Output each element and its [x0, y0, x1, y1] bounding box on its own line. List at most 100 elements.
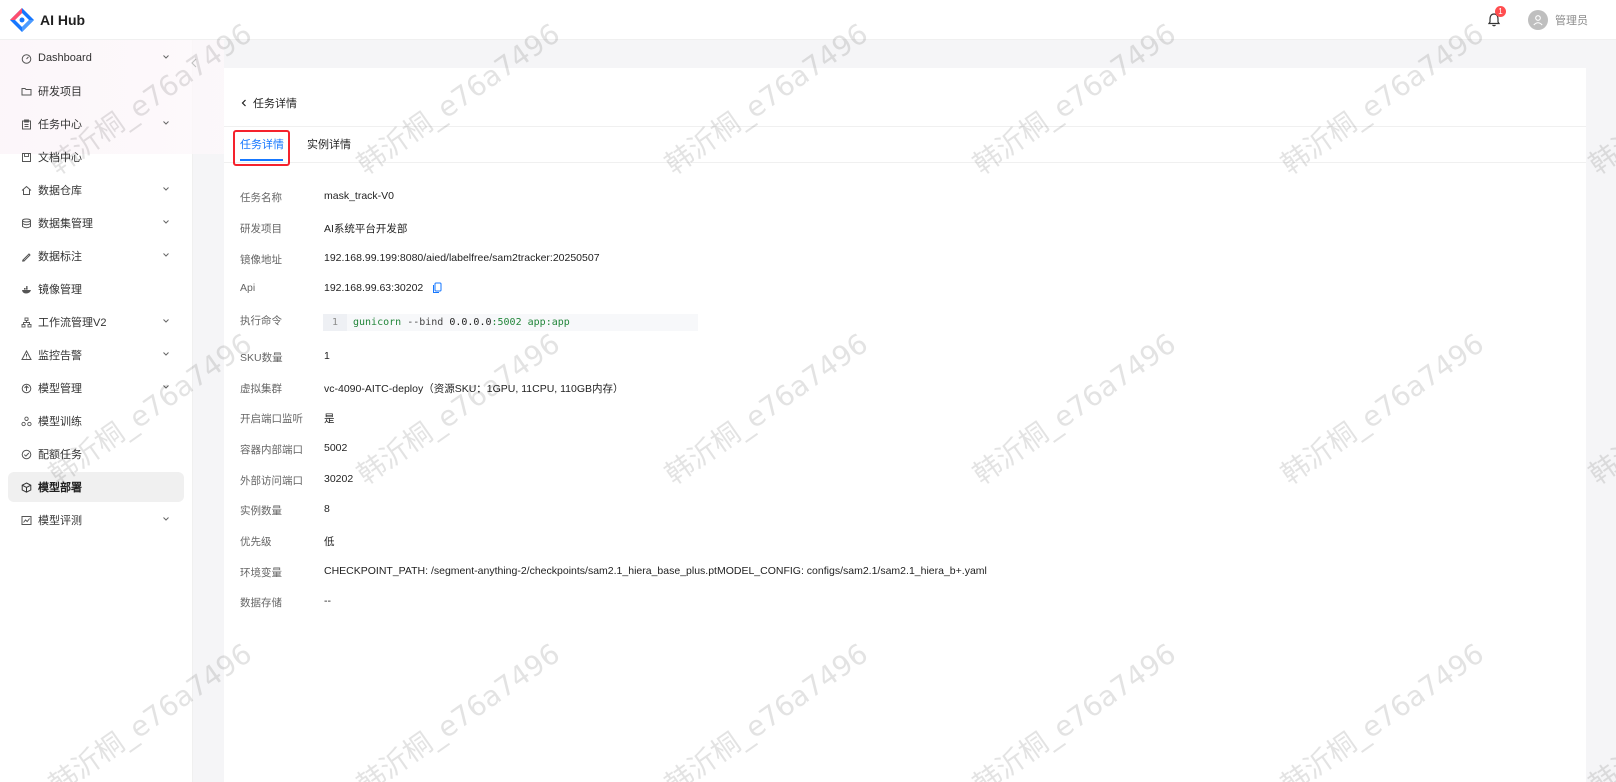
sidebar-item-3[interactable]: 任务中心: [8, 109, 184, 139]
detail-value: AI系统平台开发部: [324, 223, 408, 235]
detail-row: 外部访问端口 30202: [240, 473, 353, 488]
workflow-icon: [20, 316, 32, 328]
header-actions: 1 管理员: [1486, 0, 1588, 40]
sidebar-item-9[interactable]: 工作流管理V2: [8, 307, 184, 337]
sidebar-item-label: 监控告警: [38, 350, 82, 362]
collapse-sidebar-icon[interactable]: [190, 58, 198, 68]
detail-value: 192.168.99.63:30202: [324, 282, 424, 294]
detail-value: 30202: [324, 473, 354, 485]
detail-value: CHECKPOINT_PATH: /segment-anything-2/che…: [324, 565, 987, 577]
sidebar-item-4[interactable]: 文档中心: [8, 142, 184, 172]
sidebar-item-label: 镜像管理: [38, 284, 82, 296]
sidebar-item-14[interactable]: 模型部署: [8, 472, 184, 502]
app-logo[interactable]: AI Hub: [9, 7, 85, 33]
chevron-down-icon: [163, 253, 169, 257]
detail-row: SKU数量 1: [240, 350, 330, 365]
sidebar-item-11[interactable]: 模型管理: [8, 373, 184, 403]
dashboard-icon: [20, 52, 32, 64]
detail-row: 开启端口监听 是: [240, 411, 335, 426]
sidebar-item-label: 工作流管理V2: [38, 317, 107, 329]
chart-icon: [20, 514, 32, 526]
detail-row: 实例数量 8: [240, 503, 330, 518]
sidebar-item-label: Dashboard: [38, 52, 92, 64]
tab-instance-detail[interactable]: 实例详情: [307, 136, 351, 152]
command-code-block: 1 gunicorn --bind 0.0.0.0:5002 app:app: [323, 314, 698, 331]
tabs-bottom-divider: [224, 162, 1586, 163]
sidebar-item-label: 模型部署: [38, 482, 82, 494]
detail-row: 研发项目 AI系统平台开发部: [240, 221, 407, 236]
cube-icon: [20, 481, 32, 493]
annotation-highlight-box: [233, 130, 290, 166]
sidebar-item-7[interactable]: 数据标注: [8, 241, 184, 271]
detail-label: 镜像地址: [240, 254, 282, 266]
detail-label: 任务名称: [240, 192, 282, 204]
chevron-down-icon: [163, 220, 169, 224]
detail-label: 研发项目: [240, 223, 282, 235]
content-card: [224, 68, 1586, 782]
sidebar-item-label: 模型评测: [38, 515, 82, 527]
detail-row: Api 192.168.99.63:30202: [240, 282, 423, 294]
detail-row: 虚拟集群 vc-4090-AITC-deploy（资源SKU：1GPU, 11CP…: [240, 381, 624, 396]
sidebar-item-15[interactable]: 模型评测: [8, 505, 184, 535]
detail-row: 任务名称 mask_track-V0: [240, 190, 394, 205]
sidebar-item-label: 数据标注: [38, 251, 82, 263]
avatar[interactable]: [1528, 10, 1548, 30]
sidebar-item-label: 任务中心: [38, 119, 82, 131]
notification-button[interactable]: 1: [1486, 6, 1506, 30]
sidebar-item-5[interactable]: 数据仓库: [8, 175, 184, 205]
sidebar-item-2[interactable]: 研发项目: [8, 76, 184, 106]
warning-icon: [20, 349, 32, 361]
detail-value: mask_track-V0: [324, 190, 395, 202]
sidebar-item-label: 配额任务: [38, 449, 82, 461]
detail-value: 是: [324, 413, 335, 425]
detail-row: 镜像地址 192.168.99.199:8080/aied/labelfree/s…: [240, 252, 600, 267]
model-icon: [20, 382, 32, 394]
code-token-command: gunicorn: [353, 317, 402, 328]
detail-value: 8: [324, 503, 330, 515]
code-token-app: app:app: [521, 317, 570, 328]
docker-icon: [20, 283, 32, 295]
cluster-icon: [20, 415, 32, 427]
detail-value: 192.168.99.199:8080/aied/labelfree/sam2t…: [324, 252, 600, 264]
chevron-down-icon: [163, 385, 169, 389]
sidebar-item-label: 模型训练: [38, 416, 82, 428]
detail-label: 开启端口监听: [240, 413, 303, 425]
sidebar-item-13[interactable]: 配额任务: [8, 439, 184, 469]
sidebar-item-12[interactable]: 模型训练: [8, 406, 184, 436]
code-line-number: 1: [323, 314, 347, 331]
code-token-port: :5002: [491, 317, 522, 328]
code-line: gunicorn --bind 0.0.0.0:5002 app:app: [353, 317, 570, 328]
logo-icon: [10, 7, 34, 32]
sidebar-item-8[interactable]: 镜像管理: [8, 274, 184, 304]
chevron-left-icon: [241, 99, 246, 107]
highlight-icon: [20, 250, 32, 262]
sidebar-item-label: 文档中心: [38, 152, 82, 164]
sidebar-item-10[interactable]: 监控告警: [8, 340, 184, 370]
database-icon: [20, 217, 32, 229]
username[interactable]: 管理员: [1555, 12, 1588, 28]
detail-value: 1: [324, 350, 330, 362]
back-link[interactable]: 任务详情: [240, 95, 297, 111]
copy-icon[interactable]: [432, 282, 442, 294]
chevron-down-icon: [163, 352, 169, 356]
sidebar-item-6[interactable]: 数据集管理: [8, 208, 184, 238]
chevron-down-icon: [163, 517, 169, 521]
folder-icon: [20, 85, 32, 97]
detail-label: Api: [240, 282, 256, 294]
app-name: AI Hub: [40, 11, 86, 28]
user-icon: [1533, 15, 1543, 26]
top-header: AI Hub 1 管理员: [0, 0, 1616, 40]
sidebar-item-label: 数据集管理: [38, 218, 93, 230]
chevron-down-icon: [163, 187, 169, 191]
home-icon: [20, 184, 32, 196]
sidebar-item-1[interactable]: Dashboard: [8, 43, 184, 73]
detail-row: 容器内部端口 5002: [240, 442, 347, 457]
detail-value: --: [324, 595, 331, 607]
tabs-top-divider: [224, 126, 1586, 127]
detail-value: vc-4090-AITC-deploy（资源SKU：1GPU, 11CPU, 1…: [324, 383, 624, 395]
detail-label: 执行命令: [240, 315, 282, 327]
check-circle-icon: [20, 448, 32, 460]
detail-label: 环境变量: [240, 567, 282, 579]
detail-row: 数据存储 --: [240, 595, 331, 610]
detail-row: 优先级 低: [240, 534, 335, 549]
